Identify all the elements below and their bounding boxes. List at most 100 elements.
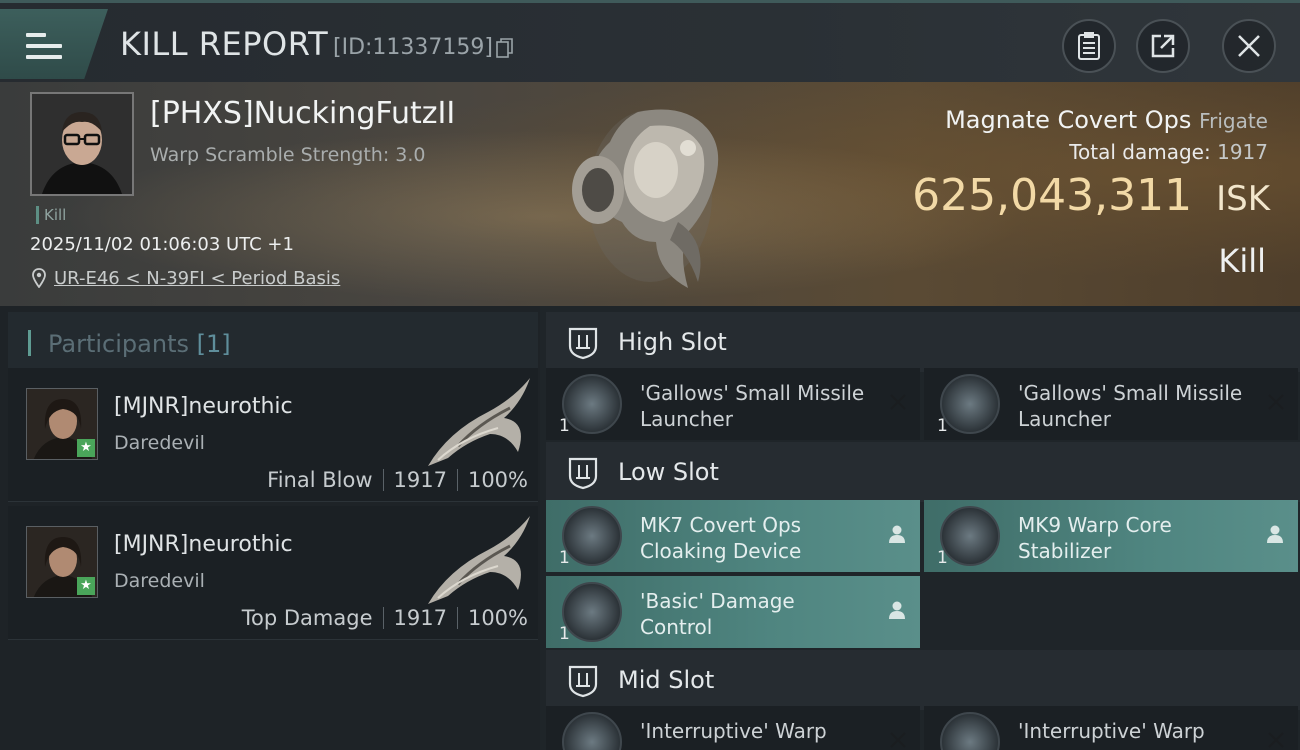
participants-panel: Participants [1] ★ [MJNR]neurothic Dared… [0, 306, 540, 750]
clipboard-button[interactable] [1062, 19, 1116, 73]
warp-scramble-strength: Warp Scramble Strength: 3.0 [150, 144, 426, 166]
participant-name[interactable]: [MJNR]neurothic [114, 532, 293, 557]
accent-bar [28, 330, 31, 356]
module-qty: 1 [559, 548, 570, 568]
result-label: Kill [1218, 242, 1266, 280]
participants-count: [1] [196, 330, 231, 358]
module-qty: 1 [937, 548, 948, 568]
pin-icon [32, 268, 46, 288]
module-item[interactable]: 1 MK9 Warp Core Stabilizer [924, 500, 1298, 572]
report-id: [ID:11337159] [333, 35, 493, 60]
module-qty: 1 [559, 416, 570, 436]
module-name: 'Gallows' Small Missile Launcher [1018, 381, 1243, 431]
close-button[interactable] [1222, 19, 1276, 73]
victim-name[interactable]: [PHXS]NuckingFutzII [150, 96, 455, 131]
module-name: MK9 Warp Core Stabilizer [1018, 513, 1172, 563]
isk-unit: ISK [1216, 179, 1270, 219]
low-slot-header: Low Slot [546, 442, 1300, 502]
launcher-icon [940, 374, 1000, 434]
participant-ship: Daredevil [114, 570, 205, 592]
module-name: 'Basic' Damage Control [640, 589, 795, 639]
warp-disruptor-icon [562, 712, 622, 750]
victim-banner: [PHXS]NuckingFutzII Warp Scramble Streng… [0, 82, 1300, 306]
share-icon [1151, 34, 1175, 58]
isk-row: 625,043,311 ISK [912, 170, 1270, 221]
person-icon [889, 601, 905, 619]
ship-name: Magnate Covert Ops [945, 106, 1192, 134]
module-item[interactable]: 1 'Gallows' Small Missile Launcher [546, 368, 920, 440]
module-name: 'Interruptive' Warp [640, 719, 827, 743]
participant-role: Top Damage [241, 606, 373, 630]
module-item[interactable]: 1 'Gallows' Small Missile Launcher [924, 368, 1298, 440]
copy-icon[interactable] [496, 38, 514, 58]
hamburger-icon [26, 33, 62, 61]
person-icon [889, 525, 905, 543]
participant-card[interactable]: ★ [MJNR]neurothic Daredevil Final Blow 1… [8, 368, 538, 502]
slot-shield-icon [568, 327, 598, 360]
participants-header: Participants [1] [8, 312, 538, 368]
x-icon [1268, 732, 1284, 748]
kill-tag: Kill [36, 206, 66, 224]
participant-role: Final Blow [267, 468, 373, 492]
x-icon [890, 732, 906, 748]
participant-ship-image[interactable] [418, 372, 534, 472]
ship-type[interactable]: Magnate Covert Ops Frigate [945, 106, 1268, 134]
clipboard-icon [1078, 32, 1100, 60]
participant-avatar[interactable]: ★ [26, 388, 98, 460]
participant-percent: 100% [467, 606, 528, 630]
module-qty: 1 [937, 416, 948, 436]
participant-ship: Daredevil [114, 432, 205, 454]
participant-ship-image[interactable] [418, 510, 534, 610]
slot-label: Low Slot [618, 458, 719, 486]
portrait-image [32, 94, 132, 194]
page-title: KILL REPORT [120, 25, 329, 63]
participant-card[interactable]: ★ [MJNR]neurothic Daredevil Top Damage 1… [8, 506, 538, 640]
star-icon: ★ [77, 439, 95, 457]
divider [456, 607, 458, 629]
menu-button[interactable] [0, 9, 108, 79]
slot-shield-icon [568, 665, 598, 698]
total-damage-label: Total damage: [1069, 140, 1211, 164]
star-icon: ★ [77, 577, 95, 595]
share-button[interactable] [1136, 19, 1190, 73]
participant-damage: 1917 [393, 606, 447, 630]
participant-stats: Top Damage 1917 100% [242, 606, 528, 630]
kill-datetime: 2025/11/02 01:06:03 UTC +1 [30, 234, 294, 255]
module-item[interactable]: 1 MK7 Covert Ops Cloaking Device [546, 500, 920, 572]
total-damage-value: 1917 [1217, 140, 1268, 164]
x-icon [1268, 394, 1284, 410]
module-qty: 1 [559, 624, 570, 644]
victim-avatar[interactable] [30, 92, 134, 196]
module-name: MK7 Covert Ops Cloaking Device [640, 513, 802, 563]
divider [382, 607, 384, 629]
participant-percent: 100% [467, 468, 528, 492]
slot-label: Mid Slot [618, 666, 715, 694]
mid-slot-header: Mid Slot [546, 650, 1300, 710]
damage-control-icon [562, 582, 622, 642]
warp-disruptor-icon [940, 712, 1000, 750]
isk-value: 625,043,311 [912, 170, 1193, 221]
participant-avatar[interactable]: ★ [26, 526, 98, 598]
slot-label: High Slot [618, 328, 727, 356]
stabilizer-icon [940, 506, 1000, 566]
cloak-icon [562, 506, 622, 566]
x-icon [890, 394, 906, 410]
header-bar: KILL REPORT [ID:11337159] [0, 0, 1300, 82]
participants-label: Participants [48, 330, 189, 358]
module-name: 'Interruptive' Warp [1018, 719, 1205, 743]
participant-stats: Final Blow 1917 100% [267, 468, 528, 492]
slot-shield-icon [568, 457, 598, 490]
module-item[interactable]: 'Interruptive' Warp [924, 706, 1298, 750]
launcher-icon [562, 374, 622, 434]
location-link[interactable]: UR-E46 < N-39FI < Period Basis [54, 268, 340, 289]
ship-class: Frigate [1199, 109, 1268, 133]
participant-name[interactable]: [MJNR]neurothic [114, 394, 293, 419]
module-item[interactable]: 1 'Basic' Damage Control [546, 576, 920, 648]
close-icon [1238, 35, 1260, 57]
divider [456, 469, 458, 491]
module-name: 'Gallows' Small Missile Launcher [640, 381, 865, 431]
module-item[interactable]: 'Interruptive' Warp [546, 706, 920, 750]
fitting-panel: High Slot 1 'Gallows' Small Missile Laun… [540, 306, 1300, 750]
total-damage: Total damage: 1917 [1069, 140, 1268, 164]
victim-ship-image[interactable] [538, 92, 758, 302]
